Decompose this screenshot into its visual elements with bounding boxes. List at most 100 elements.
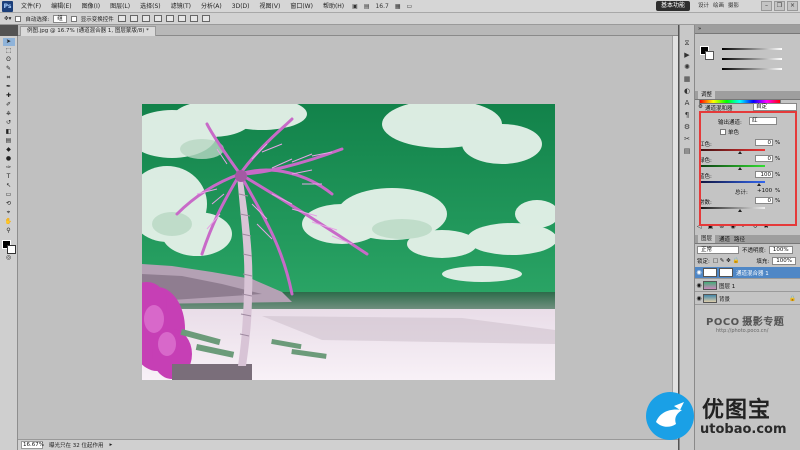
green-value[interactable]: 0	[755, 155, 773, 162]
red-slider[interactable]	[699, 149, 765, 151]
lock-icons[interactable]: □ ✎ ✥ 🔒	[713, 258, 740, 264]
document-tab[interactable]: 例图.jpg @ 16.7% (通道混合器 1, 图层蒙版/8) *	[20, 26, 156, 36]
menu-file[interactable]: 文件(F)	[16, 0, 46, 13]
actions-icon[interactable]: ▶	[682, 51, 692, 59]
visibility-icon[interactable]: ◉	[730, 223, 735, 230]
monochrome-checkbox[interactable]	[720, 129, 726, 135]
layer-row[interactable]: ◉ 通道混合器 1	[695, 267, 800, 279]
shape-tool-icon[interactable]: ▭	[3, 191, 15, 199]
history-brush-tool-icon[interactable]: ↺	[3, 119, 15, 127]
blue-slider-thumb[interactable]	[757, 183, 761, 186]
marquee-tool-icon[interactable]: ⬚	[3, 47, 15, 55]
crop-tool-icon[interactable]: ⌗	[3, 74, 15, 82]
lasso-tool-icon[interactable]: ʘ	[3, 56, 15, 64]
menu-image[interactable]: 图像(I)	[77, 0, 105, 13]
reset-icon[interactable]: ↻	[753, 223, 758, 230]
paragraph-icon[interactable]: ¶	[682, 111, 692, 119]
history-icon[interactable]: ⧖	[682, 39, 692, 47]
tool-presets-icon[interactable]: ✂	[682, 135, 692, 143]
arrange-documents-icon[interactable]: ▦	[392, 0, 404, 13]
menu-view[interactable]: 视图(V)	[255, 0, 286, 13]
align-right-icon[interactable]	[177, 15, 186, 22]
blue-value[interactable]: 100	[755, 171, 773, 178]
clip-layer-icon[interactable]: ⊚	[719, 223, 724, 230]
pen-tool-icon[interactable]: ✑	[3, 164, 15, 172]
adjustments-tab[interactable]: 调整	[698, 91, 716, 99]
brush-preset-icon[interactable]: ✺	[682, 63, 692, 71]
status-zoom-field[interactable]: 16.67%	[21, 441, 44, 449]
bridge-icon[interactable]: ▣	[349, 0, 361, 13]
layer-row[interactable]: ◉ 背景 🔒	[695, 293, 800, 305]
layer-row[interactable]: ◉ 图层 1	[695, 280, 800, 292]
canvas-area[interactable]	[18, 36, 678, 439]
clone-source-icon[interactable]: ⚙	[682, 123, 692, 131]
eye-icon[interactable]: ◉	[695, 295, 703, 302]
eraser-tool-icon[interactable]: ◧	[3, 128, 15, 136]
zoom-level[interactable]: 16.7	[372, 0, 391, 13]
zoom-tool-icon[interactable]: ⚲	[3, 227, 15, 235]
document-image[interactable]	[142, 104, 555, 380]
red-slider-thumb[interactable]	[738, 151, 742, 154]
auto-select-dropdown[interactable]: 组	[53, 14, 67, 23]
3d-camera-tool-icon[interactable]: ⌖	[3, 209, 15, 217]
blend-mode-dropdown[interactable]: 正常	[697, 246, 739, 254]
tab-paths[interactable]: 路径	[734, 235, 745, 243]
align-bottom-icon[interactable]	[141, 15, 150, 22]
character-icon[interactable]: A	[682, 99, 692, 107]
constant-slider-thumb[interactable]	[738, 209, 742, 212]
info-icon[interactable]: ▤	[682, 147, 692, 155]
color-slider[interactable]	[722, 68, 782, 70]
menu-layer[interactable]: 图层(L)	[105, 0, 135, 13]
layer-name[interactable]: 图层 1	[719, 282, 735, 290]
previous-state-icon[interactable]: ↶	[742, 223, 747, 230]
layer-mask-thumbnail[interactable]	[719, 268, 733, 277]
path-select-tool-icon[interactable]: ↖	[3, 182, 15, 190]
menu-edit[interactable]: 编辑(E)	[46, 0, 76, 13]
type-tool-icon[interactable]: T	[3, 173, 15, 181]
restore-icon[interactable]: ❐	[774, 1, 785, 11]
vertical-scrollbar[interactable]	[672, 36, 678, 439]
color-swatches[interactable]	[1, 240, 16, 254]
tab-layers[interactable]: 图层	[698, 235, 716, 243]
distribute-h-icon[interactable]	[201, 15, 210, 22]
layer-name[interactable]: 背景	[719, 295, 730, 303]
color-slider[interactable]	[722, 48, 782, 50]
workspace-photography[interactable]: 摄影	[728, 0, 739, 13]
menu-analysis[interactable]: 分析(A)	[196, 0, 227, 13]
blur-tool-icon[interactable]: ◆	[3, 146, 15, 154]
fill-field[interactable]: 100%	[772, 257, 796, 265]
menu-filter[interactable]: 滤镜(T)	[166, 0, 196, 13]
align-top-icon[interactable]	[117, 15, 126, 22]
align-left-icon[interactable]	[153, 15, 162, 22]
screen-mode-icon[interactable]: ▭	[404, 0, 416, 13]
return-icon[interactable]: ◁	[697, 223, 702, 230]
delete-adjustment-icon[interactable]: ✖	[764, 223, 769, 230]
preset-dropdown[interactable]: 自定	[753, 103, 797, 111]
auto-select-checkbox[interactable]	[15, 15, 22, 22]
minimize-icon[interactable]: –	[761, 1, 772, 11]
stamp-tool-icon[interactable]: ⎈	[3, 110, 15, 118]
blue-slider[interactable]	[699, 181, 765, 183]
color-slider[interactable]	[722, 58, 782, 60]
healing-tool-icon[interactable]: ✚	[3, 92, 15, 100]
workspace-design[interactable]: 设计	[698, 0, 709, 13]
minibridge-icon[interactable]: ▤	[361, 0, 373, 13]
align-middle-icon[interactable]	[129, 15, 138, 22]
workspace-essentials-button[interactable]: 基本功能	[656, 1, 691, 11]
move-tool-icon[interactable]: ✥▾	[4, 16, 11, 22]
tab-channels[interactable]: 通道	[719, 235, 730, 243]
panel-collapse-icon[interactable]: »	[698, 26, 701, 32]
menu-select[interactable]: 选择(S)	[135, 0, 166, 13]
move-tool-icon[interactable]: ➤	[2, 38, 15, 46]
red-value[interactable]: 0	[755, 139, 773, 146]
panel-background-color[interactable]	[705, 51, 714, 60]
status-arrow-icon[interactable]: ▸	[110, 442, 113, 448]
styles-icon[interactable]: ◐	[682, 87, 692, 95]
green-slider-thumb[interactable]	[738, 167, 742, 170]
background-color[interactable]	[6, 245, 16, 254]
distribute-icon[interactable]	[189, 15, 198, 22]
opacity-field[interactable]: 100%	[768, 246, 793, 254]
gradient-tool-icon[interactable]: ▤	[3, 137, 15, 145]
quick-mask-icon[interactable]: ◎	[3, 254, 15, 262]
layer-name[interactable]: 通道混合器 1	[736, 269, 769, 277]
